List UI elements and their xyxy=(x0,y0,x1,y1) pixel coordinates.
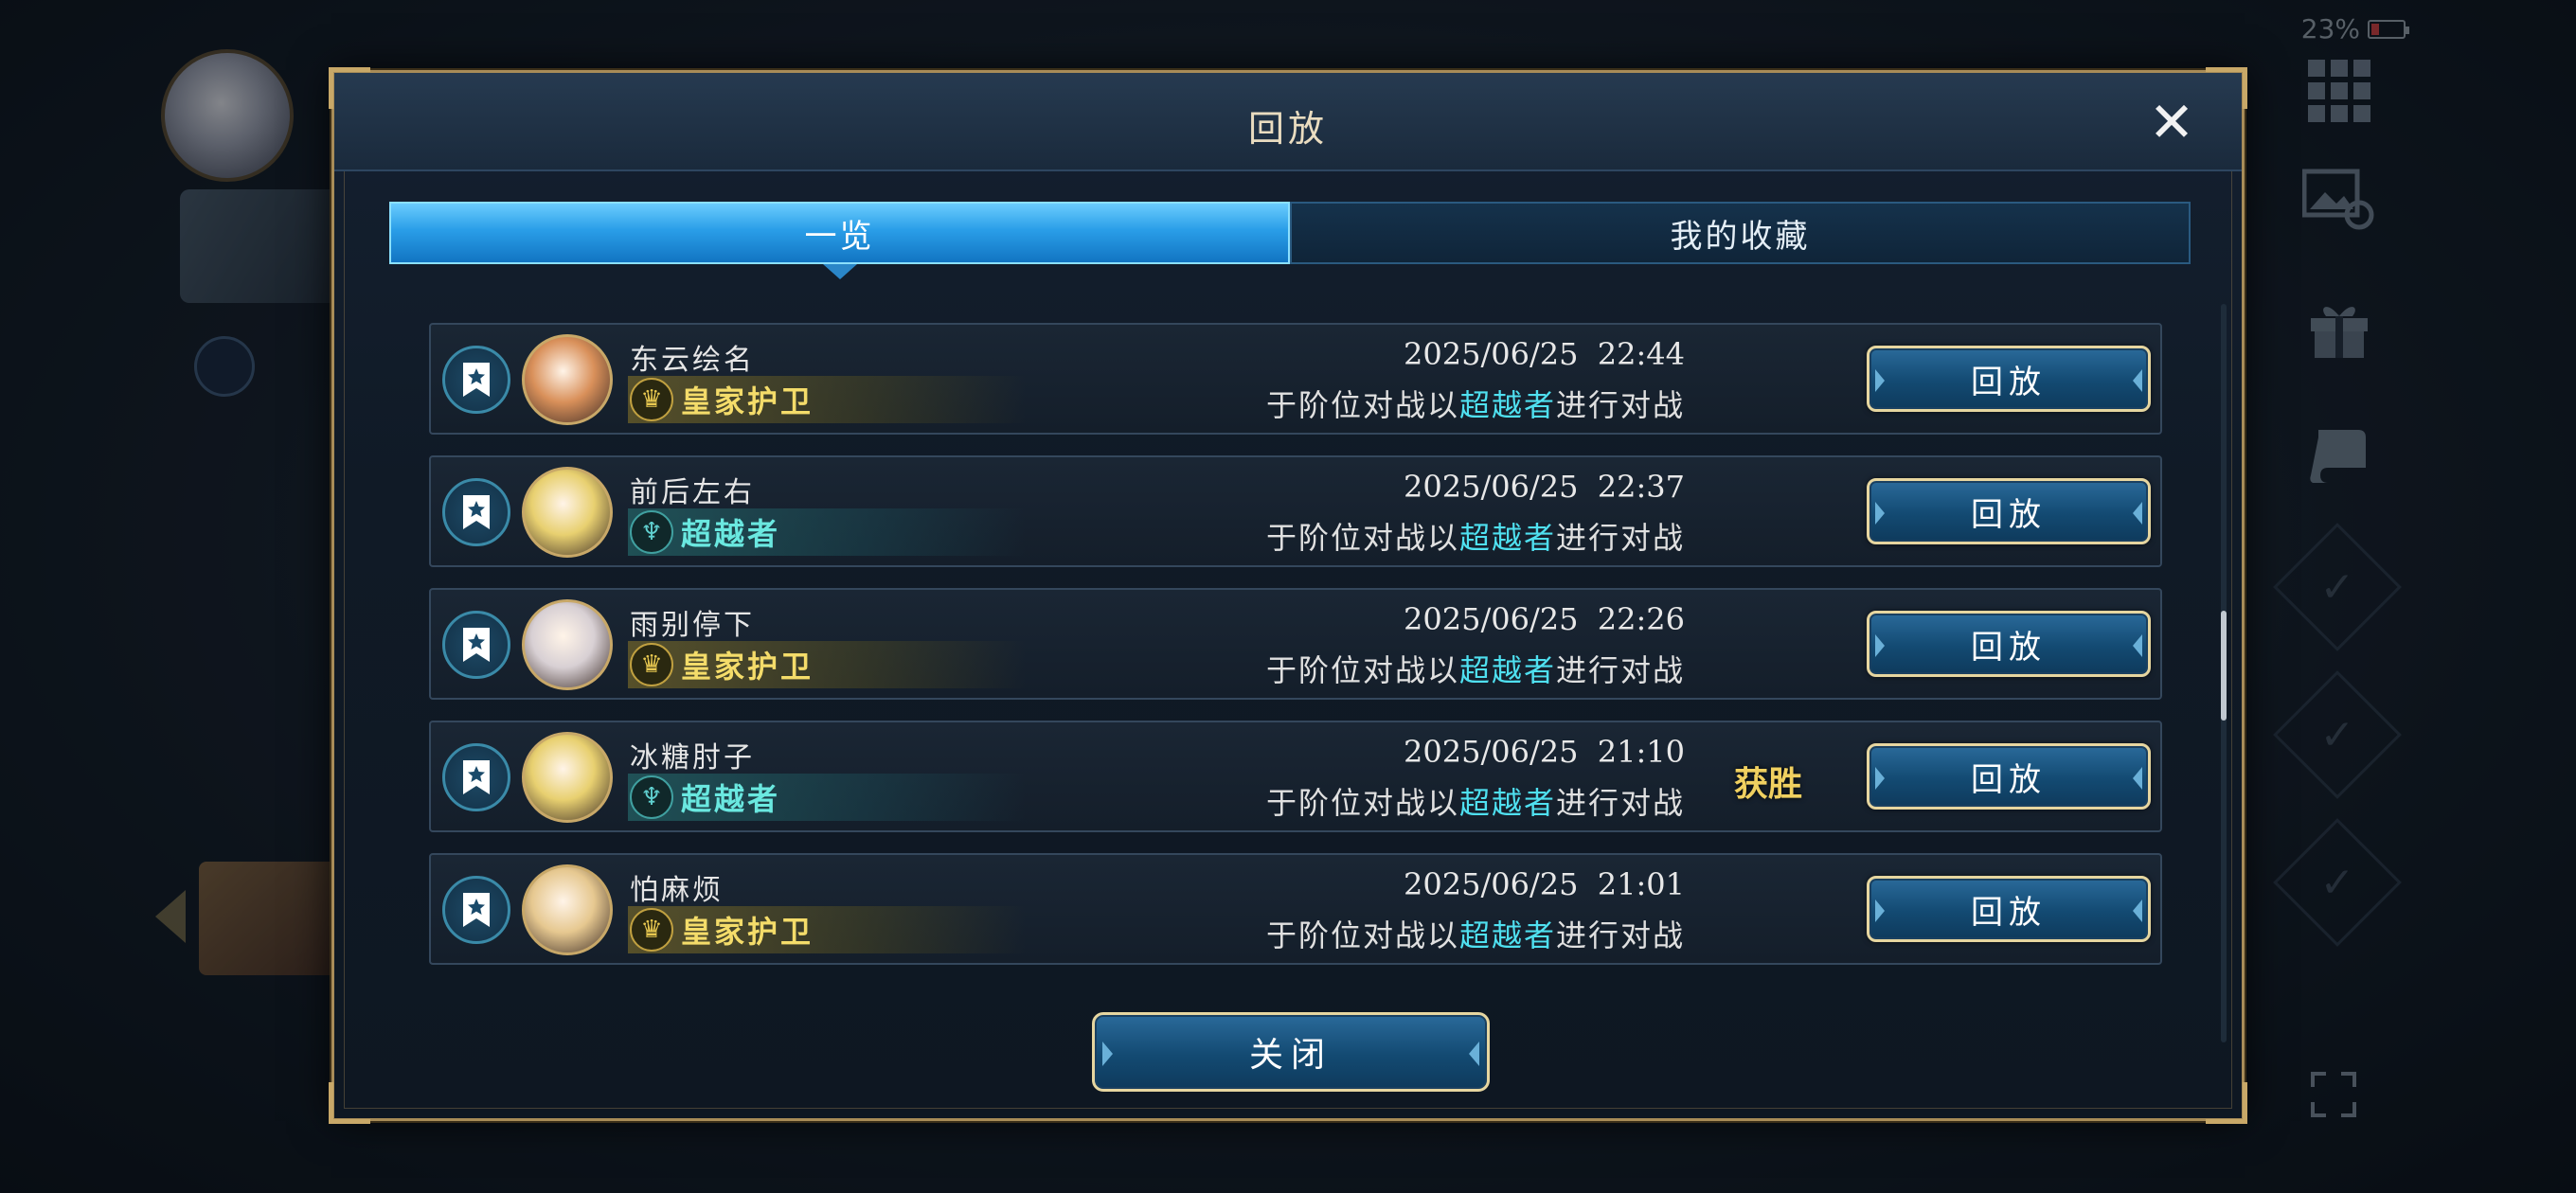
match-description: 于阶位对战以超越者进行对战 xyxy=(1266,514,1685,558)
opponent-name: 东云绘名 xyxy=(630,344,755,377)
favorite-bookmark-button[interactable] xyxy=(442,346,510,414)
replay-button[interactable]: 回放 xyxy=(1867,876,2151,942)
opponent-avatar xyxy=(522,864,613,955)
replay-button[interactable]: 回放 xyxy=(1867,743,2151,810)
frame-corner xyxy=(2206,1082,2247,1124)
rank-emblem-icon: ♛ xyxy=(630,378,673,421)
desc-suffix: 进行对战 xyxy=(1555,785,1685,821)
match-description: 于阶位对战以超越者进行对战 xyxy=(1266,912,1685,955)
match-datetime: 2025/06/25 21:01 xyxy=(1404,866,1685,902)
opponent-avatar xyxy=(522,334,613,425)
desc-prefix: 于阶位对战以 xyxy=(1265,387,1459,423)
replay-button[interactable]: 回放 xyxy=(1867,478,2151,544)
rank-name: 超越者 xyxy=(681,516,781,552)
desc-class: 超越者 xyxy=(1458,387,1556,423)
close-icon[interactable]: ✕ xyxy=(2143,94,2200,151)
desc-class: 超越者 xyxy=(1458,520,1556,556)
game-screen: 23% ✓ ✓ ✓ 回放 ✕ 一览 我的收藏 东云绘名 ♛ 皇家护卫 2025/… xyxy=(0,0,2576,1193)
match-datetime: 2025/06/25 22:37 xyxy=(1404,469,1685,505)
rank-emblem-icon: ♛ xyxy=(630,643,673,686)
opponent-name: 雨别停下 xyxy=(630,609,755,642)
opponent-name: 前后左右 xyxy=(630,476,755,509)
desc-class: 超越者 xyxy=(1458,917,1556,953)
match-datetime: 2025/06/25 21:10 xyxy=(1404,734,1685,770)
replay-row: 东云绘名 ♛ 皇家护卫 2025/06/25 22:44 于阶位对战以超越者进行… xyxy=(429,323,2162,435)
match-description: 于阶位对战以超越者进行对战 xyxy=(1266,647,1685,690)
rank-bar: ♆ 超越者 xyxy=(628,774,1026,821)
replay-row: 前后左右 ♆ 超越者 2025/06/25 22:37 于阶位对战以超越者进行对… xyxy=(429,455,2162,567)
rank-bar: ♛ 皇家护卫 xyxy=(628,376,1026,423)
desc-prefix: 于阶位对战以 xyxy=(1265,917,1459,953)
tab-overview[interactable]: 一览 xyxy=(389,202,1290,279)
bookmark-star-icon xyxy=(463,628,490,662)
rank-name: 超越者 xyxy=(681,781,781,817)
opponent-avatar xyxy=(522,599,613,690)
match-result: 获胜 xyxy=(1734,765,1803,804)
rank-name: 皇家护卫 xyxy=(681,649,814,685)
desc-prefix: 于阶位对战以 xyxy=(1265,652,1459,688)
favorite-bookmark-button[interactable] xyxy=(442,478,510,546)
rank-bar: ♆ 超越者 xyxy=(628,508,1026,556)
match-datetime: 2025/06/25 22:44 xyxy=(1404,336,1685,372)
replay-list: 东云绘名 ♛ 皇家护卫 2025/06/25 22:44 于阶位对战以超越者进行… xyxy=(429,323,2162,986)
scrollbar-thumb[interactable] xyxy=(2221,611,2227,721)
match-description: 于阶位对战以超越者进行对战 xyxy=(1266,382,1685,425)
desc-prefix: 于阶位对战以 xyxy=(1265,520,1459,556)
replay-row: 冰糖肘子 ♆ 超越者 2025/06/25 21:10 于阶位对战以超越者进行对… xyxy=(429,721,2162,832)
desc-suffix: 进行对战 xyxy=(1555,652,1685,688)
desc-class: 超越者 xyxy=(1458,652,1556,688)
opponent-avatar xyxy=(522,732,613,823)
bookmark-star-icon xyxy=(463,760,490,794)
dialog-header: 回放 ✕ xyxy=(334,73,2242,171)
desc-suffix: 进行对战 xyxy=(1555,520,1685,556)
frame-corner xyxy=(329,1082,370,1124)
opponent-name: 冰糖肘子 xyxy=(630,741,755,775)
dialog-title: 回放 xyxy=(1247,108,1328,150)
rank-bar: ♛ 皇家护卫 xyxy=(628,906,1026,953)
replay-row: 怕麻烦 ♛ 皇家护卫 2025/06/25 21:01 于阶位对战以超越者进行对… xyxy=(429,853,2162,965)
replay-button[interactable]: 回放 xyxy=(1867,611,2151,677)
rank-name: 皇家护卫 xyxy=(681,383,814,419)
match-description: 于阶位对战以超越者进行对战 xyxy=(1266,779,1685,823)
opponent-name: 怕麻烦 xyxy=(630,874,724,907)
replay-button[interactable]: 回放 xyxy=(1867,346,2151,412)
favorite-bookmark-button[interactable] xyxy=(442,611,510,679)
rank-emblem-icon: ♆ xyxy=(630,775,673,819)
favorite-bookmark-button[interactable] xyxy=(442,876,510,944)
match-datetime: 2025/06/25 22:26 xyxy=(1404,601,1685,637)
tab-my-favorites[interactable]: 我的收藏 xyxy=(1290,202,2191,264)
desc-prefix: 于阶位对战以 xyxy=(1265,785,1459,821)
favorite-bookmark-button[interactable] xyxy=(442,743,510,811)
tab-bar: 一览 我的收藏 xyxy=(389,202,2191,279)
scrollbar[interactable] xyxy=(2221,304,2227,1042)
desc-suffix: 进行对战 xyxy=(1555,917,1685,953)
replay-row: 雨别停下 ♛ 皇家护卫 2025/06/25 22:26 于阶位对战以超越者进行… xyxy=(429,588,2162,700)
rank-emblem-icon: ♛ xyxy=(630,908,673,952)
rank-bar: ♛ 皇家护卫 xyxy=(628,641,1026,688)
rank-name: 皇家护卫 xyxy=(681,914,814,950)
opponent-avatar xyxy=(522,467,613,558)
bookmark-star-icon xyxy=(463,363,490,397)
desc-suffix: 进行对战 xyxy=(1555,387,1685,423)
close-button[interactable]: 关闭 xyxy=(1092,1012,1490,1092)
rank-emblem-icon: ♆ xyxy=(630,510,673,554)
replay-dialog: 回放 ✕ 一览 我的收藏 东云绘名 ♛ 皇家护卫 2025/06/25 22:4… xyxy=(329,67,2247,1124)
desc-class: 超越者 xyxy=(1458,785,1556,821)
bookmark-star-icon xyxy=(463,893,490,927)
bookmark-star-icon xyxy=(463,495,490,529)
